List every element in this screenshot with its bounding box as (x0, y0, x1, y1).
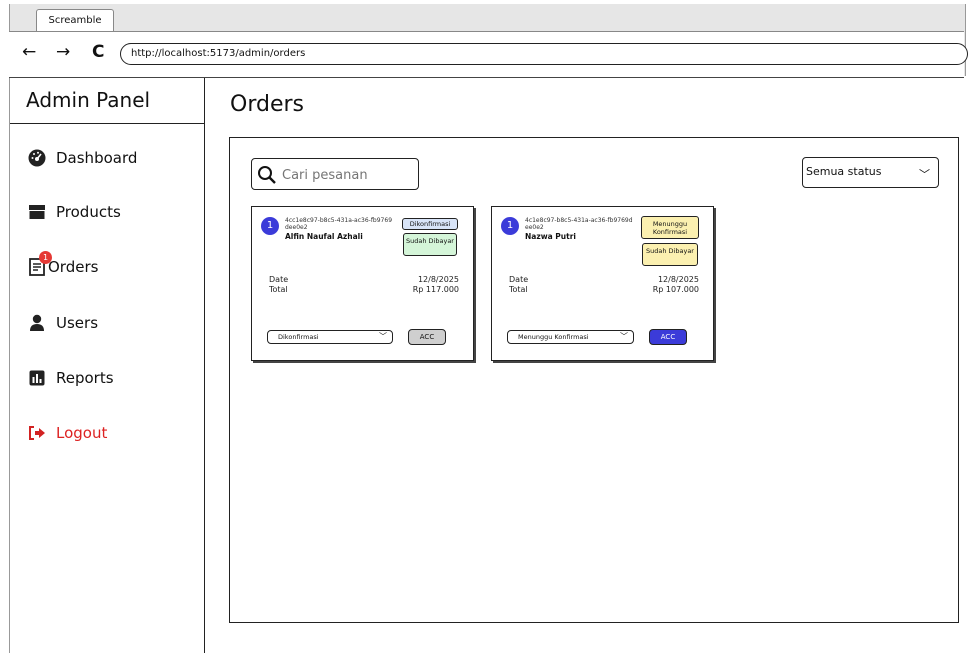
order-number: 1 (501, 217, 519, 235)
date-label: Date (509, 275, 529, 284)
sidebar-item-reports[interactable]: Reports (26, 366, 114, 390)
acc-button[interactable]: ACC (408, 329, 446, 345)
acc-button[interactable]: ACC (649, 329, 687, 345)
search-box[interactable] (251, 158, 419, 190)
address-bar[interactable]: http://localhost:5173/admin/orders (120, 43, 968, 65)
forward-button[interactable]: → (56, 44, 70, 61)
sidebar-title: Admin Panel (10, 78, 205, 124)
sidebar-item-orders[interactable]: 1 Orders (26, 251, 99, 279)
logout-icon (26, 422, 48, 444)
total-label: Total (269, 285, 288, 294)
customer-name: Alfin Naufal Azhali (285, 232, 363, 241)
order-status-badge: Dikonfirmasi (402, 218, 458, 230)
sidebar-item-users[interactable]: Users (26, 311, 98, 335)
total-label: Total (509, 285, 528, 294)
page-title: Orders (230, 92, 304, 117)
status-filter-value: Semua status (806, 165, 882, 178)
order-status-select-value: Dikonfirmasi (278, 333, 319, 341)
order-status-select-value: Menunggu Konfirmasi (518, 333, 589, 341)
sidebar-item-label: Products (56, 203, 121, 221)
sidebar-item-label: Reports (56, 369, 114, 387)
chevron-down-icon: ﹀ (919, 168, 930, 181)
dashboard-icon (26, 147, 48, 169)
payment-status-badge: Sudah Dibayar (403, 233, 457, 256)
order-status-select[interactable]: Dikonfirmasi ﹀ (267, 330, 393, 344)
order-status-badge: Menunggu Konfirmasi (641, 216, 699, 239)
user-icon (26, 312, 48, 334)
sidebar-item-dashboard[interactable]: Dashboard (26, 146, 137, 170)
order-number: 1 (261, 217, 279, 235)
search-icon (257, 165, 277, 189)
chart-icon (26, 367, 48, 389)
chevron-down-icon: ﹀ (620, 332, 628, 341)
order-card: 1 4cc1e8c97-b8c5-431a-ac36-fb9769dee0e2 … (251, 206, 474, 361)
order-date: 12/8/2025 (657, 275, 699, 284)
sidebar-item-logout[interactable]: Logout (26, 421, 107, 445)
order-date: 12/8/2025 (417, 275, 459, 284)
sidebar-item-label: Orders (48, 258, 99, 276)
box-icon (26, 201, 48, 223)
sidebar: Admin Panel Dashboard Products 1 Orders … (9, 78, 205, 653)
order-total: Rp 107.000 (652, 285, 699, 294)
sidebar-item-label: Users (56, 314, 99, 332)
date-label: Date (269, 275, 289, 284)
browser-tab[interactable]: Screamble (36, 9, 114, 32)
search-input[interactable] (280, 165, 416, 185)
customer-name: Nazwa Putri (525, 232, 576, 241)
order-status-select[interactable]: Menunggu Konfirmasi ﹀ (507, 330, 634, 344)
sidebar-item-label: Logout (56, 424, 108, 442)
sidebar-item-label: Dashboard (56, 149, 138, 167)
back-button[interactable]: ← (22, 44, 36, 61)
orders-icon: 1 (26, 251, 52, 278)
order-total: Rp 117.000 (412, 285, 459, 294)
sidebar-item-products[interactable]: Products (26, 200, 121, 224)
reload-button[interactable]: C (92, 44, 104, 61)
payment-status-badge: Sudah Dibayar (642, 243, 698, 266)
chevron-down-icon: ﹀ (379, 332, 387, 341)
order-card: 1 4c1e8c97-b8c5-431a-ac36-fb9769dee0e2 N… (491, 206, 714, 361)
orders-badge: 1 (39, 251, 52, 264)
browser-window: Screamble ← → C http://localhost:5173/ad… (0, 0, 973, 78)
order-id: 4c1e8c97-b8c5-431a-ac36-fb9769dee0e2 (525, 217, 633, 231)
order-id: 4cc1e8c97-b8c5-431a-ac36-fb9769dee0e2 (285, 217, 393, 231)
status-filter-select[interactable]: Semua status ﹀ (802, 157, 939, 188)
